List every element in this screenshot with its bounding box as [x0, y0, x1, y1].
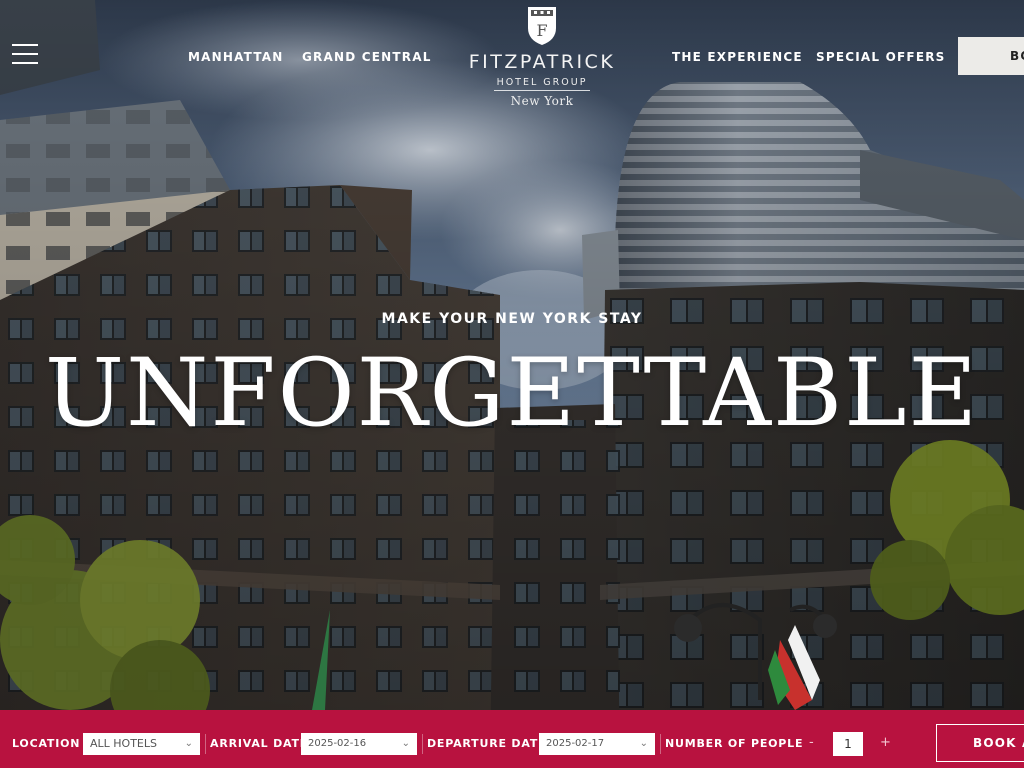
chevron-down-icon: ⌄: [184, 738, 193, 749]
location-label: LOCATION: [12, 737, 81, 750]
location-value: ALL HOTELS: [90, 737, 157, 750]
departure-label: DEPARTURE DATE: [427, 737, 547, 750]
nav-the-experience[interactable]: THE EXPERIENCE: [672, 50, 803, 64]
book-button[interactable]: BOOK A: [936, 724, 1024, 762]
menu-button[interactable]: [12, 44, 40, 68]
booking-bar: LOCATION ALL HOTELS ⌄ ARRIVAL DATE 2025-…: [0, 710, 1024, 768]
brand-name: FITZPATRICK: [468, 51, 616, 73]
people-label: NUMBER OF PEOPLE: [665, 737, 804, 750]
nav-manhattan[interactable]: MANHATTAN: [188, 50, 284, 64]
departure-date-select[interactable]: 2025-02-17 ⌄: [539, 733, 655, 755]
hero-tagline: MAKE YOUR NEW YORK STAY: [381, 311, 643, 327]
divider: [422, 734, 423, 754]
increment-people-button[interactable]: +: [880, 735, 891, 750]
hamburger-icon: [12, 44, 40, 64]
people-input[interactable]: 1: [833, 732, 863, 756]
location-select[interactable]: ALL HOTELS ⌄: [83, 733, 200, 755]
arrival-value: 2025-02-16: [308, 738, 367, 749]
nav-grand-central[interactable]: GRAND CENTRAL: [302, 50, 432, 64]
chevron-down-icon: ⌄: [401, 738, 410, 749]
nav-special-offers[interactable]: SPECIAL OFFERS: [816, 50, 946, 64]
header-book-button[interactable]: BOOK: [958, 37, 1024, 75]
departure-value: 2025-02-17: [546, 738, 605, 749]
brand-group: HOTEL GROUP: [494, 77, 590, 91]
decrement-people-button[interactable]: -: [809, 735, 814, 750]
divider: [660, 734, 661, 754]
shield-crest-icon: F: [528, 7, 556, 45]
brand-logo[interactable]: F FITZPATRICK HOTEL GROUP New York: [452, 6, 632, 108]
chevron-down-icon: ⌄: [639, 738, 648, 749]
arrival-label: ARRIVAL DATE: [210, 737, 309, 750]
arrival-date-select[interactable]: 2025-02-16 ⌄: [301, 733, 417, 755]
crest-letters: F: [536, 21, 547, 40]
divider: [205, 734, 206, 754]
brand-city: New York: [510, 94, 574, 108]
hero-headline: UNFORGETTABLE: [44, 339, 980, 448]
